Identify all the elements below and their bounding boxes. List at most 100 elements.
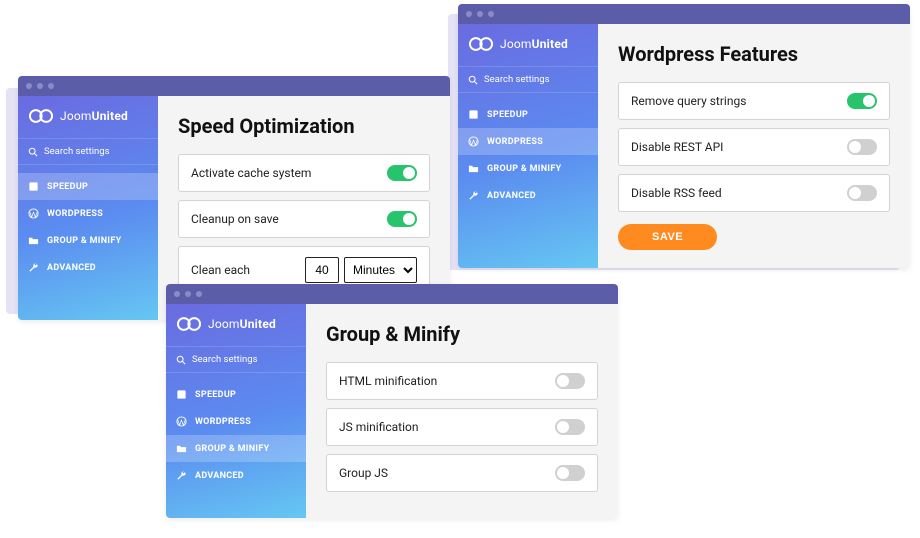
window-dot [174,291,180,297]
sidebar-item-group-minify[interactable]: GROUP & MINIFY [18,227,158,254]
sidebar-item-label: GROUP & MINIFY [195,444,269,454]
window-dot [488,11,494,17]
setting-row: Disable REST API [618,128,890,166]
setting-row: Cleanup on save [178,200,430,238]
window-dot [466,11,472,17]
search-placeholder: Search settings [44,146,110,157]
brand-name: JoomUnited [208,317,276,331]
sidebar-item-speedup[interactable]: SPEEDUP [18,173,158,200]
folder-icon [468,163,479,174]
window-titlebar [458,4,910,24]
sidebar-item-speedup[interactable]: SPEEDUP [458,101,598,128]
folder-icon [28,235,39,246]
gauge-icon [468,109,479,120]
window-dot [196,291,202,297]
wordpress-icon [176,416,187,427]
sidebar-item-wordpress[interactable]: WORDPRESS [166,408,306,435]
window-dot [26,83,32,89]
sidebar: JoomUnited Search settings SPEEDUP WORDP… [458,24,598,268]
sidebar-item-group-minify[interactable]: GROUP & MINIFY [458,155,598,182]
brand-logo: JoomUnited [18,96,158,138]
sidebar-item-label: WORDPRESS [487,137,543,147]
setting-label: Activate cache system [191,166,311,180]
sidebar-item-group-minify[interactable]: GROUP & MINIFY [166,435,306,462]
gauge-icon [28,181,39,192]
toggle-disable-rest-api[interactable] [847,139,877,155]
setting-row: Remove query strings [618,82,890,120]
sidebar-item-label: GROUP & MINIFY [487,164,561,174]
toggle-group-js[interactable] [555,465,585,481]
setting-label: Group JS [339,466,388,480]
window-dot [48,83,54,89]
search-icon [28,147,38,157]
sidebar-item-label: ADVANCED [195,471,244,481]
gauge-icon [176,389,187,400]
brand-name: JoomUnited [500,37,568,51]
window-dot [477,11,483,17]
setting-label: Disable RSS feed [631,186,722,200]
sidebar-item-wordpress[interactable]: WORDPRESS [458,128,598,155]
toggle-activate-cache[interactable] [387,165,417,181]
setting-label: Disable REST API [631,140,723,154]
page-title: Wordpress Features [618,42,890,66]
brand-logo: JoomUnited [458,24,598,66]
window-titlebar [166,284,618,304]
page-title: Speed Optimization [178,114,430,138]
setting-row: JS minification [326,408,598,446]
wrench-icon [468,190,479,201]
setting-row: HTML minification [326,362,598,400]
page-title: Group & Minify [326,322,598,346]
search-placeholder: Search settings [192,354,258,365]
folder-icon [176,443,187,454]
save-button[interactable]: SAVE [618,224,717,250]
sidebar-item-speedup[interactable]: SPEEDUP [166,381,306,408]
logo-icon [28,108,54,124]
sidebar-item-advanced[interactable]: ADVANCED [18,254,158,281]
toggle-remove-query-strings[interactable] [847,93,877,109]
sidebar-item-label: SPEEDUP [487,110,528,120]
toggle-disable-rss-feed[interactable] [847,185,877,201]
clean-each-value[interactable] [305,257,339,283]
wrench-icon [176,470,187,481]
window-dot [37,83,43,89]
brand-logo: JoomUnited [166,304,306,346]
setting-label: Cleanup on save [191,212,279,226]
sidebar-item-label: WORDPRESS [47,209,103,219]
wrench-icon [28,262,39,273]
search-input[interactable]: Search settings [18,138,158,165]
sidebar-item-label: WORDPRESS [195,417,251,427]
setting-label: HTML minification [339,374,437,388]
content-panel: Group & Minify HTML minification JS mini… [306,304,618,518]
sidebar-item-advanced[interactable]: ADVANCED [458,182,598,209]
setting-label: Clean each [191,263,250,277]
search-icon [176,355,186,365]
content-panel: Wordpress Features Remove query strings … [598,24,910,268]
logo-icon [468,36,494,52]
toggle-cleanup-on-save[interactable] [387,211,417,227]
wordpress-icon [28,208,39,219]
sidebar-item-label: GROUP & MINIFY [47,236,121,246]
clean-each-unit[interactable]: Minutes [344,257,417,283]
sidebar-item-advanced[interactable]: ADVANCED [166,462,306,489]
sidebar: JoomUnited Search settings SPEEDUP WORDP… [166,304,306,518]
sidebar: JoomUnited Search settings SPEEDUP WORDP… [18,96,158,320]
search-input[interactable]: Search settings [458,66,598,93]
sidebar-item-label: ADVANCED [487,191,536,201]
sidebar-item-label: SPEEDUP [47,182,88,192]
toggle-html-minification[interactable] [555,373,585,389]
window-titlebar [18,76,450,96]
brand-name: JoomUnited [60,109,128,123]
search-input[interactable]: Search settings [166,346,306,373]
logo-icon [176,316,202,332]
setting-label: Remove query strings [631,94,746,108]
setting-label: JS minification [339,420,418,434]
sidebar-item-label: ADVANCED [47,263,96,273]
wordpress-icon [468,136,479,147]
sidebar-item-label: SPEEDUP [195,390,236,400]
toggle-js-minification[interactable] [555,419,585,435]
search-icon [468,75,478,85]
search-placeholder: Search settings [484,74,550,85]
setting-row: Disable RSS feed [618,174,890,212]
sidebar-item-wordpress[interactable]: WORDPRESS [18,200,158,227]
setting-row: Group JS [326,454,598,492]
